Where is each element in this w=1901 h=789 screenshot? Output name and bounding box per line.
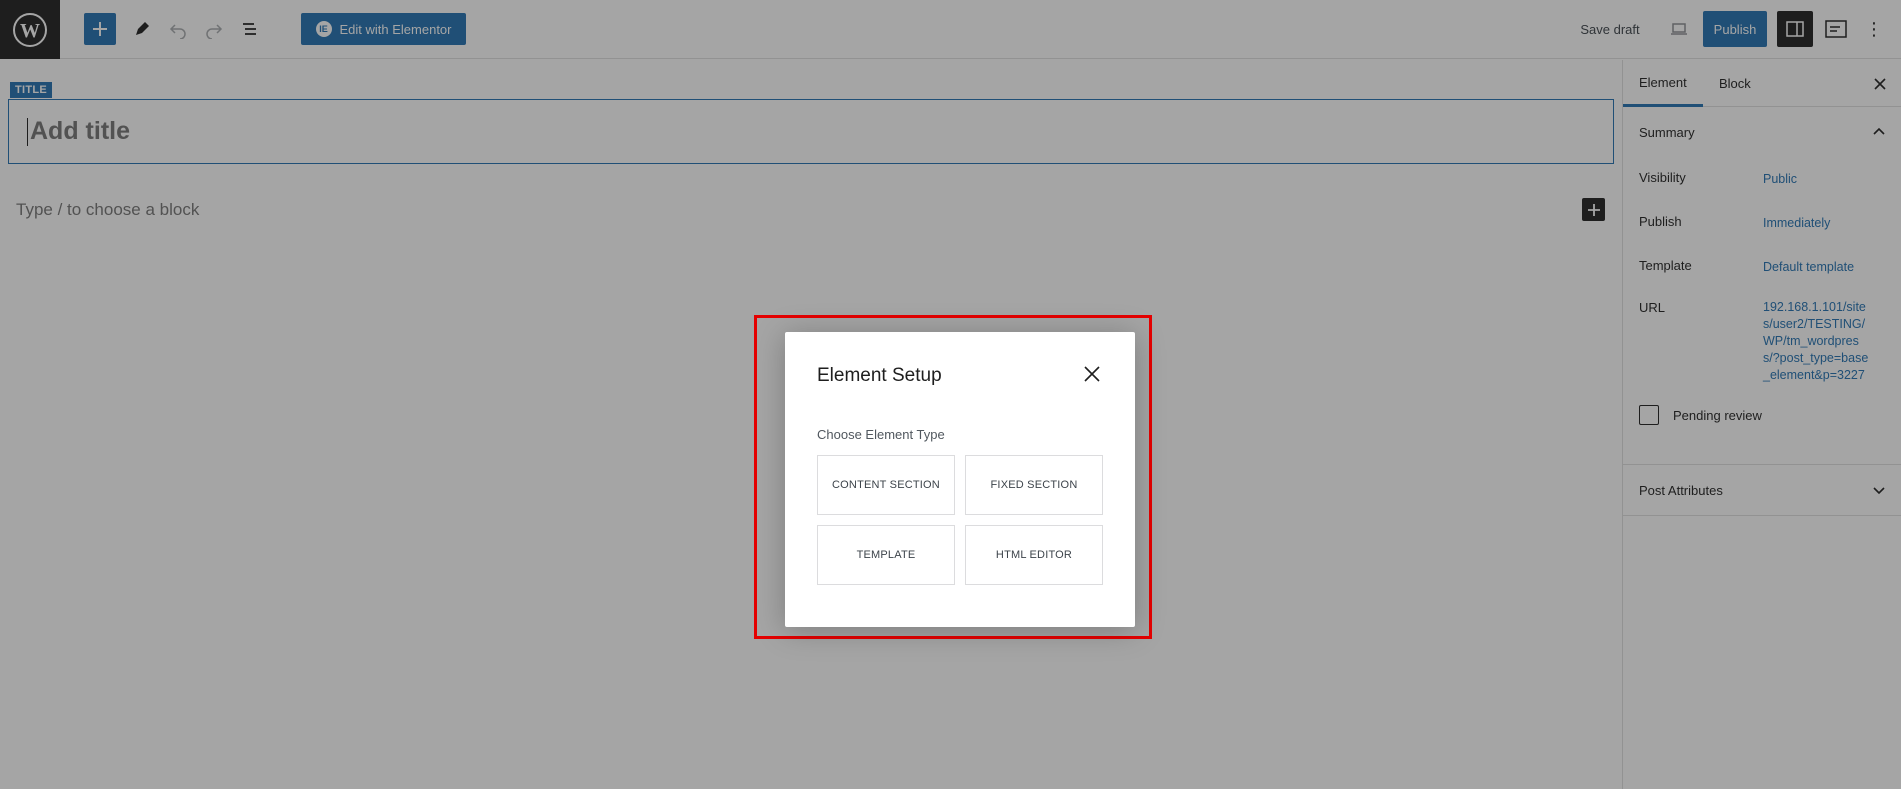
choose-element-type-label: Choose Element Type — [817, 427, 945, 442]
fixed-section-option[interactable]: FIXED SECTION — [965, 455, 1103, 515]
html-editor-option[interactable]: HTML EDITOR — [965, 525, 1103, 585]
modal-title: Element Setup — [817, 365, 942, 386]
close-modal-button[interactable] — [1080, 362, 1104, 386]
element-setup-modal: Element Setup Choose Element Type CONTEN… — [785, 332, 1135, 627]
content-section-option[interactable]: CONTENT SECTION — [817, 455, 955, 515]
template-option[interactable]: TEMPLATE — [817, 525, 955, 585]
close-icon — [1084, 366, 1100, 382]
